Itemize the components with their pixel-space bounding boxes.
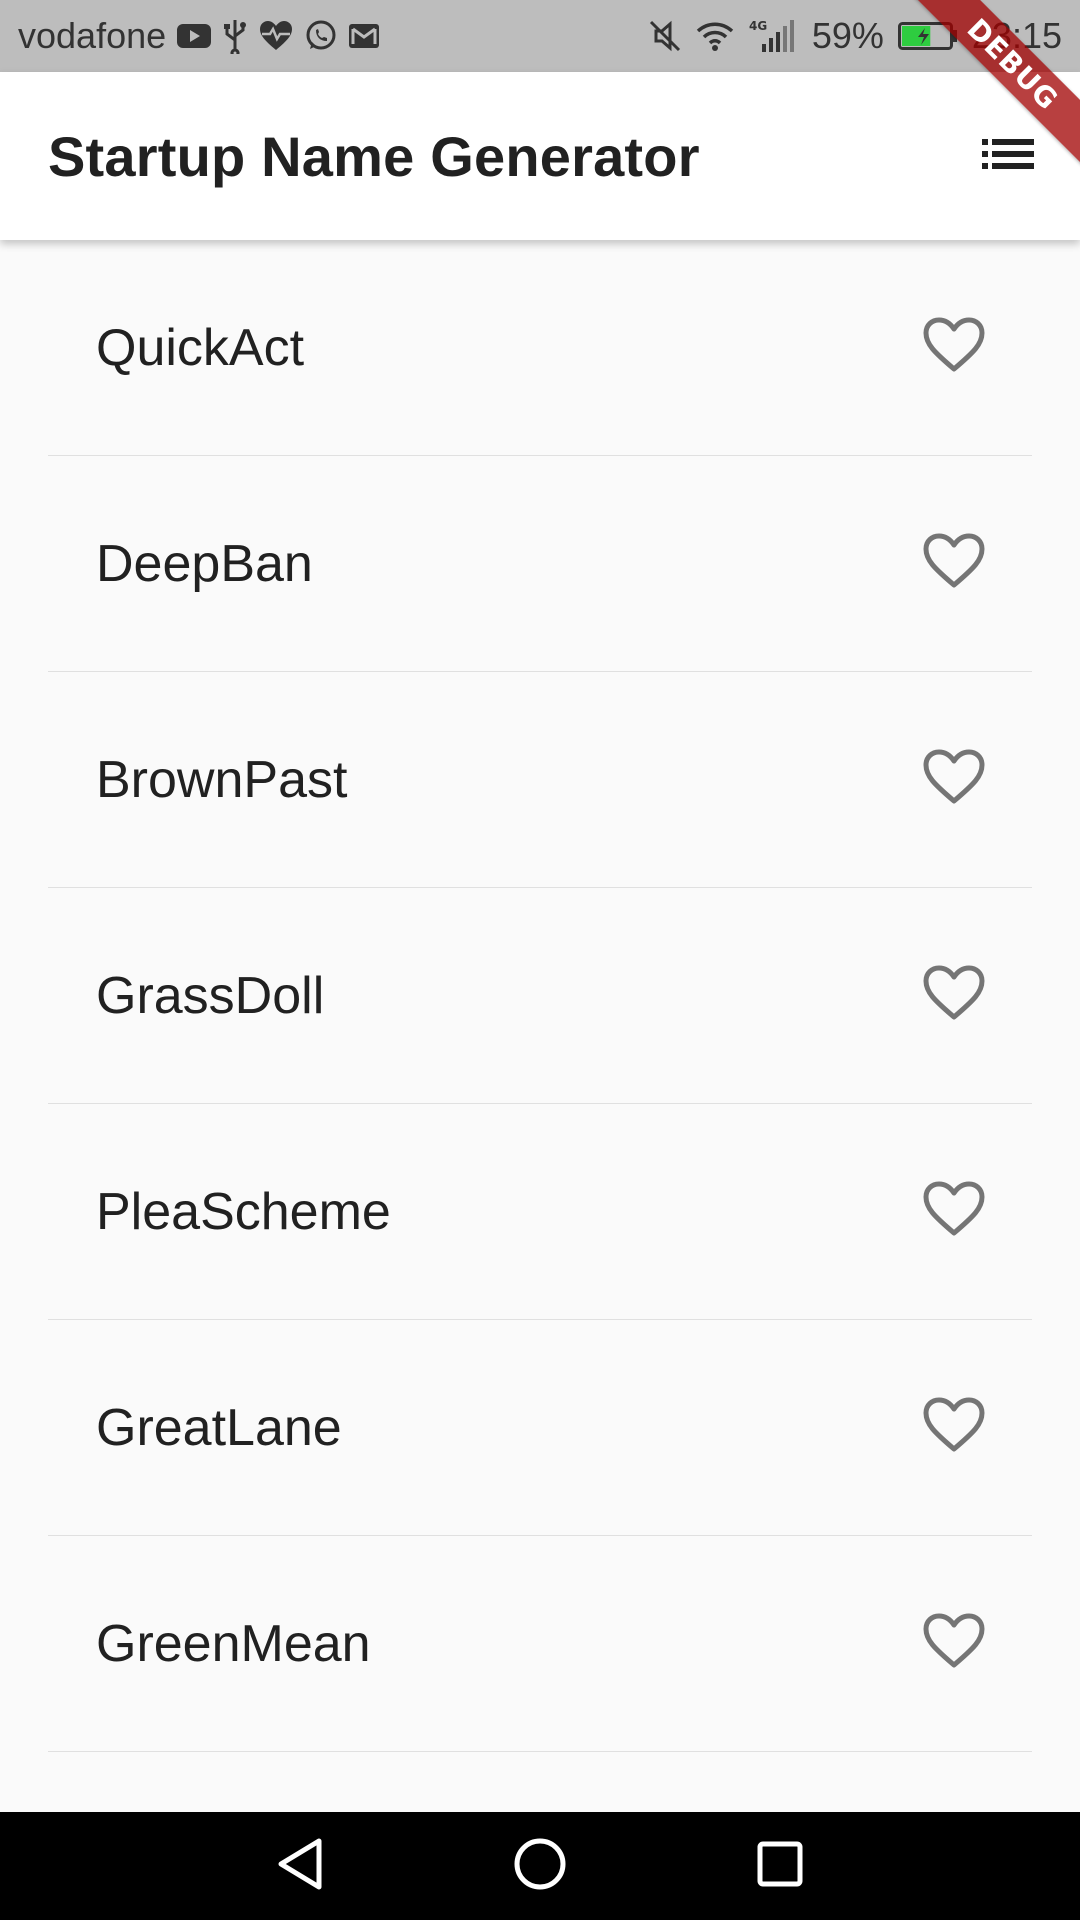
startup-name-label: GreenMean	[96, 1614, 371, 1673]
heart-outline-icon	[922, 1396, 986, 1459]
list-icon	[980, 136, 1036, 177]
home-icon	[512, 1836, 568, 1897]
startup-name-label: DeepBan	[96, 534, 313, 593]
startup-name-label: GrassDoll	[96, 966, 325, 1025]
heart-rate-icon	[258, 20, 294, 52]
favorite-button[interactable]	[918, 528, 990, 600]
heart-outline-icon	[922, 748, 986, 811]
signal-4g-icon: 4G	[748, 18, 798, 54]
youtube-icon	[176, 22, 212, 50]
network-label: 4G	[749, 19, 767, 33]
favorite-button[interactable]	[918, 1608, 990, 1680]
heart-outline-icon	[922, 1180, 986, 1243]
saved-list-button[interactable]	[972, 120, 1044, 192]
list-item[interactable]: GrassDoll	[48, 888, 1032, 1104]
usb-icon	[222, 18, 248, 54]
favorite-button[interactable]	[918, 1176, 990, 1248]
gmail-icon	[348, 22, 380, 50]
favorite-button[interactable]	[918, 312, 990, 384]
list-item[interactable]: GreatLane	[48, 1320, 1032, 1536]
startup-name-list[interactable]: QuickAct DeepBan BrownPast GrassDoll PleaSch…	[0, 240, 1080, 1812]
carrier-name: vodafone	[18, 15, 167, 56]
back-icon	[275, 1837, 325, 1896]
app-screen: vodafone 4G 59% 23:15 DEBUG Startup Name…	[0, 0, 1080, 1920]
list-item[interactable]: PleaScheme	[48, 1104, 1032, 1320]
startup-name-label: GreatLane	[96, 1398, 342, 1457]
list-item[interactable]: GreenMean	[48, 1536, 1032, 1752]
list-item[interactable]: QuickAct	[48, 240, 1032, 456]
startup-name-label: QuickAct	[96, 318, 305, 377]
mute-icon	[648, 19, 682, 53]
app-title: Startup Name Generator	[48, 124, 700, 188]
heart-outline-icon	[922, 1612, 986, 1675]
status-bar: vodafone 4G 59% 23:15	[0, 0, 1080, 72]
heart-outline-icon	[922, 532, 986, 595]
list-item[interactable]: BrownPast	[48, 672, 1032, 888]
list-item[interactable]: DeepBan	[48, 456, 1032, 672]
startup-name-label: PleaScheme	[96, 1182, 391, 1241]
favorite-button[interactable]	[918, 744, 990, 816]
recents-button[interactable]	[660, 1812, 900, 1920]
whatsapp-icon	[304, 19, 338, 53]
recents-icon	[755, 1839, 805, 1894]
heart-outline-icon	[922, 964, 986, 1027]
heart-outline-icon	[922, 316, 986, 379]
back-button[interactable]	[180, 1812, 420, 1920]
app-bar: Startup Name Generator	[0, 72, 1080, 240]
home-button[interactable]	[420, 1812, 660, 1920]
status-left: vodafone	[18, 15, 380, 57]
startup-name-label: BrownPast	[96, 750, 348, 809]
navigation-bar	[0, 1812, 1080, 1920]
wifi-icon	[696, 20, 734, 52]
battery-percent: 59%	[811, 15, 884, 56]
favorite-button[interactable]	[918, 960, 990, 1032]
favorite-button[interactable]	[918, 1392, 990, 1464]
